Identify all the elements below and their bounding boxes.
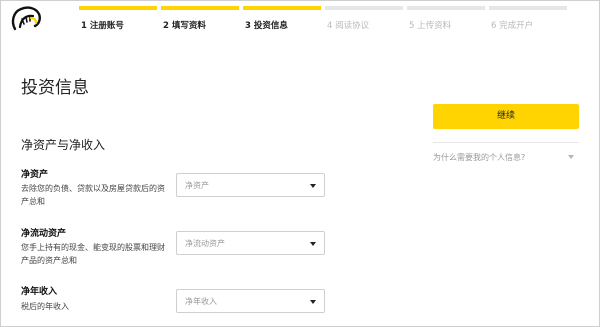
step-bar (407, 6, 485, 10)
step-label: 2 填写资料 (163, 21, 206, 31)
step-label: 3 投资信息 (245, 21, 288, 31)
chevron-down-icon[interactable] (568, 155, 574, 159)
step-label: 5 上传资料 (409, 21, 452, 31)
step-investment-info: 3 投资信息 (243, 6, 321, 36)
step-complete: 6 完成开户 (489, 6, 567, 36)
net-annual-income-description: 税后的年收入 (21, 302, 69, 311)
net-assets-description: 去除您的负债、贷款以及房屋贷款后的资产总和 (21, 184, 165, 206)
net-liquid-assets-select[interactable]: 净流动资产 (176, 231, 325, 255)
caret-down-icon (310, 300, 316, 304)
caret-down-icon (310, 184, 316, 188)
section-title: 净资产与净收入 (21, 138, 106, 152)
net-liquid-assets-description: 您手上持有的现金、能变现的股票和理财产品的资产总和 (21, 243, 165, 265)
net-assets-label: 净资产 (21, 170, 49, 180)
net-assets-select[interactable]: 净资产 (176, 173, 325, 197)
step-label: 6 完成开户 (491, 21, 534, 31)
net-assets-placeholder: 净资产 (185, 181, 209, 190)
continue-button[interactable]: 继续 (433, 104, 579, 129)
caret-down-icon (310, 242, 316, 246)
net-annual-income-placeholder: 净年收入 (185, 297, 217, 306)
step-read-agreement: 4 阅读协议 (325, 6, 403, 36)
step-bar (79, 6, 157, 10)
step-upload-docs: 5 上传资料 (407, 6, 485, 36)
brand-logo-icon (11, 6, 41, 31)
net-annual-income-select[interactable]: 净年收入 (176, 289, 325, 313)
net-annual-income-label: 净年收入 (21, 287, 58, 297)
step-label: 4 阅读协议 (327, 21, 370, 31)
step-bar (325, 6, 403, 10)
step-bar (243, 6, 321, 10)
step-register: 1 注册账号 (79, 6, 157, 36)
step-label: 1 注册账号 (81, 21, 124, 31)
sidebar-divider (433, 142, 579, 143)
progress-steps: 1 注册账号 2 填写资料 3 投资信息 4 阅读协议 5 上传资料 6 完成开… (79, 6, 567, 36)
net-liquid-assets-label: 净流动资产 (21, 229, 67, 239)
step-bar (161, 6, 239, 10)
step-bar (489, 6, 567, 10)
page-frame: 1 注册账号 2 填写资料 3 投资信息 4 阅读协议 5 上传资料 6 完成开… (0, 0, 600, 327)
net-liquid-assets-placeholder: 净流动资产 (185, 239, 225, 248)
why-personal-info-link[interactable]: 为什么需要我的个人信息? (433, 152, 525, 163)
step-fill-info: 2 填写资料 (161, 6, 239, 36)
page-title: 投资信息 (21, 78, 89, 98)
